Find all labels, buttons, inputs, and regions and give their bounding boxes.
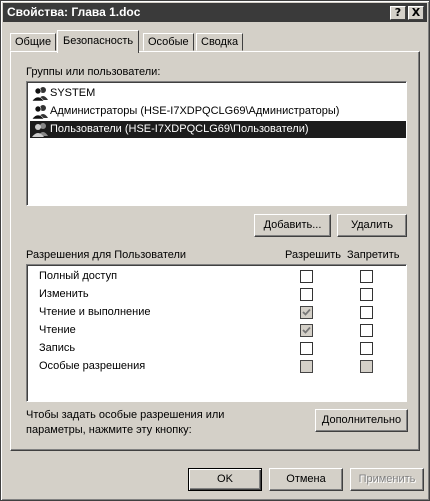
properties-dialog: Свойства: Глава 1.doc ? X Общие Безопасн… xyxy=(0,0,430,501)
tab-custom[interactable]: Особые xyxy=(143,33,194,51)
advanced-text-line2: параметры, нажмите эту кнопку: xyxy=(26,424,192,436)
allow-read-checkbox[interactable] xyxy=(300,324,313,337)
allow-special-checkbox xyxy=(300,360,313,373)
perm-read-execute-label: Чтение и выполнение xyxy=(39,306,151,318)
groups-list[interactable]: SYSTEM Администраторы (HSE-I7XDPQCLG69\А… xyxy=(26,81,407,206)
permissions-label: Разрешения для Пользователи xyxy=(26,249,187,261)
ok-button[interactable]: OK xyxy=(188,468,262,491)
title-bar[interactable]: Свойства: Глава 1.doc ? X xyxy=(3,3,427,22)
allow-read-execute-checkbox[interactable] xyxy=(300,306,313,319)
users-group-icon xyxy=(31,86,48,102)
tab-security[interactable]: Безопасность xyxy=(57,30,140,53)
perm-special-label: Особые разрешения xyxy=(39,360,146,372)
list-item-administrators[interactable]: Администраторы (HSE-I7XDPQCLG69\Админист… xyxy=(30,103,343,120)
deny-write-checkbox[interactable] xyxy=(360,342,373,355)
users-group-icon xyxy=(31,104,48,120)
list-item-system[interactable]: SYSTEM xyxy=(30,85,99,102)
close-button[interactable]: X xyxy=(408,6,424,20)
advanced-button[interactable]: Дополнительно xyxy=(315,409,408,432)
deny-read-execute-checkbox[interactable] xyxy=(360,306,373,319)
perm-modify-label: Изменить xyxy=(39,288,89,300)
deny-full-control-checkbox[interactable] xyxy=(360,270,373,283)
checkmark-icon xyxy=(302,308,311,316)
tab-general[interactable]: Общие xyxy=(10,33,57,51)
add-button[interactable]: Добавить... xyxy=(254,214,331,237)
allow-full-control-checkbox[interactable] xyxy=(300,270,313,283)
tab-summary[interactable]: Сводка xyxy=(196,33,244,51)
perm-write-label: Запись xyxy=(39,342,76,354)
advanced-text-line1: Чтобы задать особые разрешения или xyxy=(26,409,225,421)
deny-header: Запретить xyxy=(347,249,400,261)
help-button[interactable]: ? xyxy=(390,6,406,20)
allow-modify-checkbox[interactable] xyxy=(300,288,313,301)
perm-full-control-label: Полный доступ xyxy=(39,270,118,282)
groups-label: Группы или пользователи: xyxy=(26,66,161,78)
remove-button[interactable]: Удалить xyxy=(337,214,407,237)
deny-read-checkbox[interactable] xyxy=(360,324,373,337)
deny-special-checkbox xyxy=(360,360,373,373)
security-panel: Группы или пользователи: SYSTEM Админист… xyxy=(10,51,420,451)
allow-header: Разрешить xyxy=(285,249,341,261)
permissions-list: Полный доступ Изменить Чтение и выполнен… xyxy=(26,264,407,402)
cancel-button[interactable]: Отмена xyxy=(269,468,343,491)
perm-read-label: Чтение xyxy=(39,324,76,336)
users-group-icon xyxy=(32,122,48,137)
window-title: Свойства: Глава 1.doc xyxy=(7,5,141,19)
apply-button[interactable]: Применить xyxy=(350,468,424,491)
checkmark-icon xyxy=(302,326,311,334)
allow-write-checkbox[interactable] xyxy=(300,342,313,355)
close-icon: X xyxy=(411,6,421,19)
deny-modify-checkbox[interactable] xyxy=(360,288,373,301)
list-item-users[interactable]: Пользователи (HSE-I7XDPQCLG69\Пользовате… xyxy=(30,121,406,138)
